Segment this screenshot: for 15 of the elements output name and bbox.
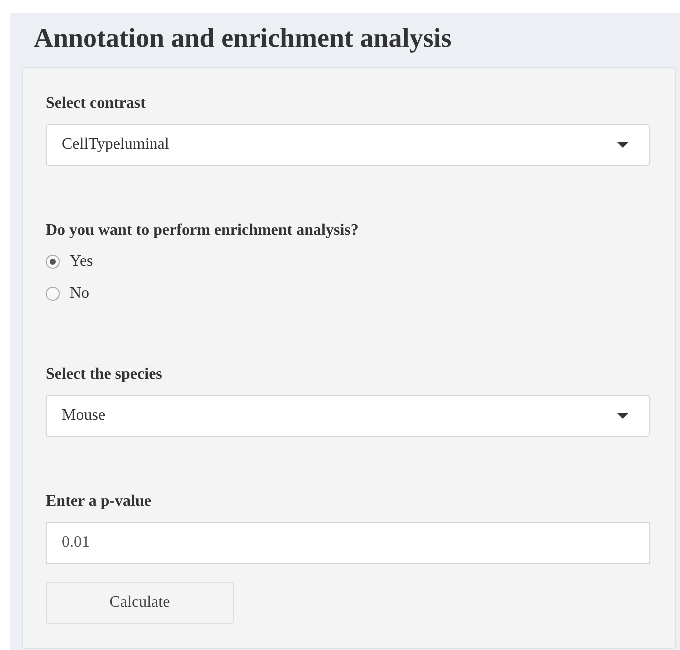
dropdown[interactable]: Mouse: [46, 395, 650, 437]
field-label: Select contrast: [46, 94, 146, 114]
page-title: Annotation and enrichment analysis: [34, 22, 452, 55]
field-label: Enter a p-value: [46, 492, 152, 512]
calculate-button[interactable]: Calculate: [46, 582, 234, 624]
caret-icon: [617, 413, 629, 419]
dropdown[interactable]: CellTypeluminal: [46, 124, 650, 166]
radio-button[interactable]: [46, 287, 60, 301]
radio-button[interactable]: [46, 255, 60, 269]
caret-icon: [617, 142, 629, 148]
option-label: Yes: [70, 252, 94, 272]
option-label: No: [70, 284, 90, 304]
field-label: Do you want to perform enrichment analysis?: [46, 221, 359, 241]
input-field[interactable]: 0.01: [46, 522, 650, 564]
field-label: Select the species: [46, 365, 162, 385]
